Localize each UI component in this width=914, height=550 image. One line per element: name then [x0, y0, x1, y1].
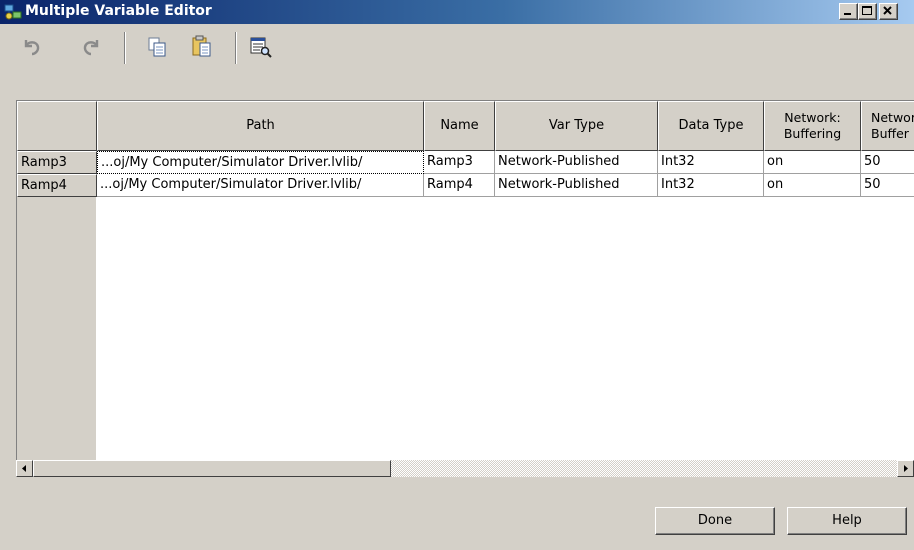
path-cell[interactable]: ...oj/My Computer/Simulator Driver.lvlib… [97, 151, 424, 174]
copy-button[interactable] [145, 34, 171, 60]
maximize-button[interactable] [858, 3, 877, 20]
column-header-name[interactable]: Name [424, 101, 495, 151]
toolbar [0, 24, 914, 72]
var-type-cell[interactable]: Network-Published [495, 151, 658, 174]
variables-table: Path Name Var Type Data Type Network: Bu… [16, 100, 914, 461]
properties-icon [250, 37, 272, 58]
data-type-cell[interactable]: Int32 [658, 174, 764, 197]
path-cell[interactable]: ...oj/My Computer/Simulator Driver.lvlib… [97, 174, 424, 197]
data-type-cell[interactable]: Int32 [658, 151, 764, 174]
redo-icon [83, 40, 99, 56]
arrow-right-icon [904, 465, 908, 472]
paste-icon [192, 35, 211, 57]
network-variables-icon [4, 3, 22, 21]
copy-icon [148, 37, 166, 57]
scrollbar-thumb[interactable] [33, 460, 391, 477]
row-header[interactable]: Ramp4 [17, 174, 97, 197]
maximize-icon [862, 6, 872, 15]
paste-button[interactable] [189, 34, 215, 60]
column-header-data-type[interactable]: Data Type [658, 101, 764, 151]
scroll-left-button[interactable] [16, 460, 33, 477]
buffering-cell[interactable]: on [764, 174, 861, 197]
window-title: Multiple Variable Editor [25, 3, 212, 19]
properties-button[interactable] [248, 34, 274, 60]
title-bar[interactable]: Multiple Variable Editor [0, 0, 914, 24]
column-header-path[interactable]: Path [97, 101, 424, 151]
column-header-network-buffer[interactable]: Network: Buffer [861, 101, 914, 151]
undo-button[interactable] [19, 34, 45, 60]
name-cell[interactable]: Ramp4 [424, 174, 495, 197]
undo-icon [24, 40, 40, 56]
done-button[interactable]: Done [655, 507, 775, 535]
buffer-cell[interactable]: 50 [861, 174, 914, 197]
help-button[interactable]: Help [787, 507, 907, 535]
scroll-right-button[interactable] [897, 460, 914, 477]
buffering-cell[interactable]: on [764, 151, 861, 174]
name-cell[interactable]: Ramp3 [424, 151, 495, 174]
close-button[interactable] [879, 3, 898, 20]
multiple-variable-editor-window: Multiple Variable Editor Path Name Var T… [0, 0, 914, 550]
column-header-network-buffering[interactable]: Network: Buffering [764, 101, 861, 151]
buffer-cell[interactable]: 50 [861, 151, 914, 174]
arrow-left-icon [22, 465, 26, 472]
minimize-button[interactable] [839, 3, 858, 20]
toolbar-separator [124, 32, 126, 64]
var-type-cell[interactable]: Network-Published [495, 174, 658, 197]
corner-header [17, 101, 97, 151]
row-header[interactable]: Ramp3 [17, 151, 97, 174]
column-header-var-type[interactable]: Var Type [495, 101, 658, 151]
close-icon [883, 6, 892, 15]
minimize-icon [844, 13, 851, 15]
horizontal-scrollbar[interactable] [16, 460, 914, 477]
toolbar-separator [235, 32, 237, 64]
redo-button[interactable] [78, 34, 104, 60]
